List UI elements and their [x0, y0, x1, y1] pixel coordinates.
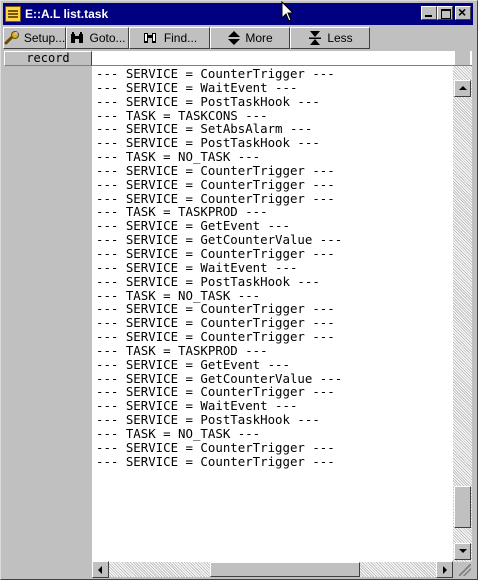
trace-line: --- SERVICE = CounterTrigger ---	[96, 315, 335, 331]
record-gutter	[4, 66, 92, 562]
trace-line: --- SERVICE = PostTaskHook ---	[96, 412, 320, 428]
trace-line: --- SERVICE = CounterTrigger ---	[96, 301, 335, 317]
maximize-button[interactable]	[437, 6, 453, 20]
task-list-window: E::A.L list.task Setup...	[0, 0, 478, 580]
trace-line: --- TASK = TASKCONS ---	[96, 107, 268, 123]
scroll-right-button[interactable]	[436, 561, 453, 578]
toolbar: Setup... Goto... Find... More Less	[3, 26, 473, 50]
find-button[interactable]: Find...	[129, 27, 210, 49]
setup-button[interactable]: Setup...	[3, 27, 66, 49]
up-down-arrows-icon	[228, 31, 241, 45]
trace-line: --- SERVICE = CounterTrigger ---	[96, 66, 335, 81]
goto-button[interactable]: Goto...	[66, 27, 129, 49]
vertical-scrollbar[interactable]	[453, 66, 472, 562]
trace-line: --- SERVICE = WaitEvent ---	[96, 398, 298, 414]
wrench-icon	[4, 31, 19, 45]
trace-line: --- TASK = TASKPROD ---	[96, 342, 268, 358]
trace-line: --- SERVICE = PostTaskHook ---	[96, 135, 320, 151]
scroll-down-button[interactable]	[454, 543, 471, 560]
find-icon	[143, 33, 156, 43]
find-button-label: Find...	[163, 31, 198, 45]
trace-line: --- SERVICE = CounterTrigger ---	[96, 176, 335, 192]
trace-line: --- SERVICE = GetCounterValue ---	[96, 370, 343, 386]
trace-line: --- SERVICE = SetAbsAlarm ---	[96, 121, 313, 137]
trace-line: --- SERVICE = GetCounterValue ---	[96, 232, 343, 248]
trace-line: --- SERVICE = CounterTrigger ---	[96, 384, 335, 400]
trace-line: --- SERVICE = WaitEvent ---	[96, 259, 298, 275]
less-button-label: Less	[327, 31, 353, 45]
trace-line: --- SERVICE = PostTaskHook ---	[96, 273, 320, 289]
trace-line: --- SERVICE = PostTaskHook ---	[96, 93, 320, 109]
trace-line: --- SERVICE = CounterTrigger ---	[96, 162, 335, 178]
mouse-pointer-icon	[281, 1, 295, 22]
trace-line: --- SERVICE = CounterTrigger ---	[96, 190, 335, 206]
app-list-icon[interactable]	[5, 6, 21, 22]
trace-line: --- TASK = NO_TASK ---	[96, 425, 261, 441]
trace-line: --- SERVICE = GetEvent ---	[96, 356, 290, 372]
resize-grip-icon[interactable]	[453, 562, 472, 577]
gutter-footer	[4, 562, 92, 577]
column-header: record	[4, 51, 472, 66]
trace-line: --- TASK = NO_TASK ---	[96, 287, 261, 303]
trace-line: --- SERVICE = GetEvent ---	[96, 218, 290, 234]
more-button-label: More	[245, 31, 273, 45]
trace-line: --- SERVICE = CounterTrigger ---	[96, 439, 335, 455]
record-column-header[interactable]: record	[4, 51, 92, 66]
header-thumb	[455, 51, 470, 65]
horizontal-scroll-thumb[interactable]	[210, 562, 360, 577]
vertical-scroll-thumb[interactable]	[454, 486, 471, 528]
minimize-button[interactable]	[421, 6, 437, 20]
collapse-arrows-icon	[309, 31, 322, 45]
horizontal-scrollbar[interactable]	[92, 561, 453, 578]
more-button[interactable]: More	[210, 27, 290, 49]
title-bar[interactable]: E::A.L list.task	[3, 3, 473, 25]
trace-line: --- SERVICE = WaitEvent ---	[96, 79, 298, 95]
scroll-left-button[interactable]	[92, 561, 109, 578]
trace-line: --- SERVICE = CounterTrigger ---	[96, 245, 335, 261]
goto-button-label: Goto...	[89, 31, 126, 45]
close-button[interactable]	[455, 4, 471, 20]
window-controls	[421, 4, 471, 20]
binoculars-icon	[71, 32, 84, 43]
setup-button-label: Setup...	[23, 31, 66, 45]
trace-line: --- TASK = TASKPROD ---	[96, 204, 268, 220]
trace-line: --- SERVICE = CounterTrigger ---	[96, 329, 335, 345]
scroll-up-button[interactable]	[454, 80, 471, 97]
less-button[interactable]: Less	[290, 27, 370, 49]
window-title: E::A.L list.task	[25, 7, 109, 21]
trace-line: --- TASK = NO_TASK ---	[96, 149, 261, 165]
trace-line: --- SERVICE = CounterTrigger ---	[96, 453, 335, 469]
trace-listing[interactable]: --- SERVICE = CounterTrigger --- --- SERV…	[92, 66, 453, 562]
